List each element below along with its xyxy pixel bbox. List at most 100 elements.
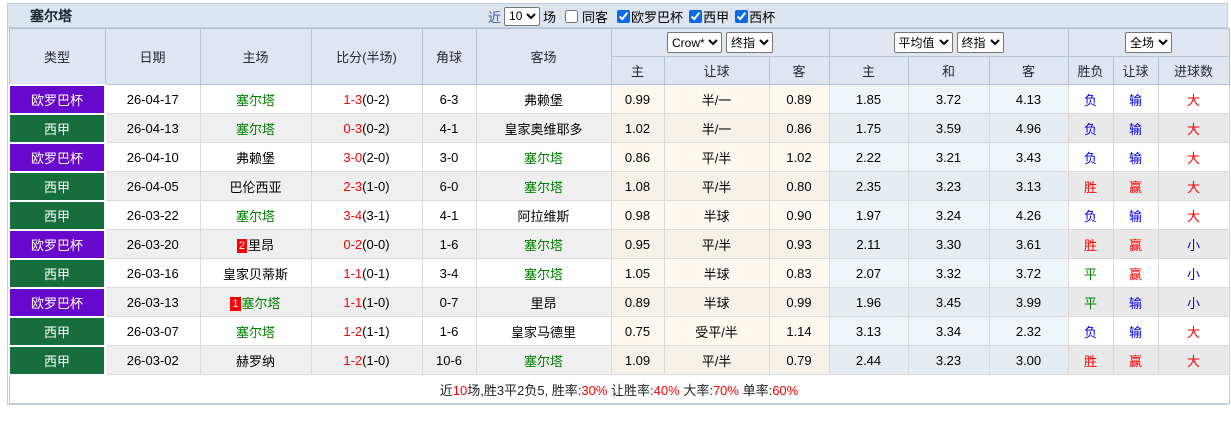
euro-away-odds: 2.32 — [989, 317, 1068, 346]
result-outcome: 胜 — [1068, 230, 1113, 259]
handicap-line: 平/半 — [664, 230, 769, 259]
score-cell: 0-2(0-0) — [311, 230, 422, 259]
home-team-cell: 塞尔塔 — [200, 201, 311, 230]
home-team-name[interactable]: 巴伦西亚 — [229, 180, 281, 195]
date-cell: 26-03-07 — [105, 317, 200, 346]
result-handicap: 输 — [1113, 201, 1158, 230]
summary-text: 让胜率: — [607, 383, 653, 398]
date-cell: 26-03-20 — [105, 230, 200, 259]
match-row: 欧罗巴杯26-03-131塞尔塔1-1(1-0)0-7里昂0.89半球0.991… — [9, 288, 1229, 317]
euro-source-select[interactable]: 平均值 — [894, 32, 953, 53]
away-team-cell: 里昂 — [476, 288, 611, 317]
euro-home-odds: 1.85 — [829, 85, 908, 114]
league-filter-group: 欧罗巴杯西甲西杯 — [611, 7, 775, 26]
same-away-label: 同客 — [582, 7, 608, 26]
euro-draw-odds: 3.32 — [908, 259, 989, 288]
corner-cell: 10-6 — [422, 346, 476, 375]
corner-cell: 1-6 — [422, 230, 476, 259]
match-row: 西甲26-03-22塞尔塔3-4(3-1)4-1阿拉维斯0.98半球0.901.… — [9, 201, 1229, 230]
result-handicap: 输 — [1113, 85, 1158, 114]
summary-text: 大率: — [680, 383, 713, 398]
away-team-name[interactable]: 皇家马德里 — [511, 325, 576, 340]
away-team-name[interactable]: 皇家奥维耶多 — [504, 122, 582, 137]
home-team-name[interactable]: 塞尔塔 — [236, 325, 275, 340]
result-outcome: 负 — [1068, 85, 1113, 114]
odds-group-header-0: Crow*终指 — [611, 29, 829, 57]
home-team-name[interactable]: 塞尔塔 — [236, 209, 275, 224]
euro-home-odds: 2.35 — [829, 172, 908, 201]
summary-line: 近10场,胜3平2负5, 胜率:30% 让胜率:40% 大率:70% 单率:60… — [9, 375, 1229, 404]
league-cell: 西甲 — [9, 201, 105, 230]
home-team-name[interactable]: 赫罗纳 — [236, 354, 275, 369]
euro-home-odds: 2.22 — [829, 143, 908, 172]
home-team-name[interactable]: 皇家贝蒂斯 — [223, 267, 288, 282]
home-team-cell: 巴伦西亚 — [200, 172, 311, 201]
euro-index-type-select[interactable]: 终指 — [957, 32, 1004, 53]
away-team-name[interactable]: 塞尔塔 — [524, 180, 563, 195]
result-outcome: 负 — [1068, 317, 1113, 346]
away-team-name[interactable]: 塞尔塔 — [524, 354, 563, 369]
home-team-name[interactable]: 里昂 — [248, 238, 274, 253]
asia-away-odds: 1.14 — [769, 317, 829, 346]
asia-away-odds: 0.83 — [769, 259, 829, 288]
match-count-select[interactable]: 10 — [504, 7, 540, 26]
home-team-name[interactable]: 弗赖堡 — [236, 151, 275, 166]
away-team-name[interactable]: 塞尔塔 — [524, 267, 563, 282]
league-filter-checkbox-1[interactable] — [689, 10, 702, 23]
fulltime-score: 3-4 — [343, 208, 362, 223]
matches-label: 场 — [543, 7, 556, 26]
away-team-cell: 皇家马德里 — [476, 317, 611, 346]
away-team-name[interactable]: 里昂 — [530, 296, 556, 311]
home-team-name[interactable]: 塞尔塔 — [236, 93, 275, 108]
score-cell: 1-2(1-0) — [311, 346, 422, 375]
result-goals: 大 — [1158, 114, 1229, 143]
fulltime-score: 0-3 — [343, 121, 362, 136]
away-team-name[interactable]: 塞尔塔 — [524, 238, 563, 253]
fulltime-score: 1-2 — [343, 353, 362, 368]
summary-stat-value: 10 — [453, 383, 467, 398]
halftime-score: (1-0) — [362, 353, 389, 368]
asia-away-odds: 1.02 — [769, 143, 829, 172]
home-team-cell: 塞尔塔 — [200, 85, 311, 114]
bookmaker-select[interactable]: Crow* — [667, 32, 722, 53]
result-handicap: 赢 — [1113, 346, 1158, 375]
result-handicap: 输 — [1113, 288, 1158, 317]
odds-group-header-2: 全场 — [1068, 29, 1229, 57]
asia-home-odds: 1.05 — [611, 259, 664, 288]
col-header-date: 日期 — [105, 29, 200, 85]
home-team-cell: 赫罗纳 — [200, 346, 311, 375]
summary-stat-value: 60% — [772, 383, 798, 398]
league-filter-checkbox-2[interactable] — [735, 10, 748, 23]
away-team-name[interactable]: 塞尔塔 — [524, 151, 563, 166]
sub-col-header-0-0: 主 — [611, 57, 664, 85]
halftime-score: (1-0) — [362, 179, 389, 194]
handicap-line: 平/半 — [664, 346, 769, 375]
halftime-score: (0-2) — [362, 92, 389, 107]
asia-home-odds: 0.95 — [611, 230, 664, 259]
handicap-index-type-select[interactable]: 终指 — [726, 32, 773, 53]
corner-cell: 6-0 — [422, 172, 476, 201]
away-team-name[interactable]: 弗赖堡 — [524, 93, 563, 108]
col-header-away: 客场 — [476, 29, 611, 85]
asia-away-odds: 0.90 — [769, 201, 829, 230]
asia-away-odds: 0.89 — [769, 85, 829, 114]
date-cell: 26-04-10 — [105, 143, 200, 172]
asia-away-odds: 0.79 — [769, 346, 829, 375]
home-team-name[interactable]: 塞尔塔 — [236, 122, 275, 137]
league-filter-checkbox-0[interactable] — [617, 10, 630, 23]
euro-home-odds: 1.97 — [829, 201, 908, 230]
handicap-line: 半球 — [664, 259, 769, 288]
sub-col-header-1-2: 客 — [989, 57, 1068, 85]
home-team-name[interactable]: 塞尔塔 — [242, 296, 281, 311]
league-cell: 西甲 — [9, 172, 105, 201]
away-team-name[interactable]: 阿拉维斯 — [517, 209, 569, 224]
scope-select[interactable]: 全场 — [1125, 32, 1172, 53]
fulltime-score: 1-2 — [343, 324, 362, 339]
fulltime-score: 3-0 — [343, 150, 362, 165]
result-goals: 小 — [1158, 288, 1229, 317]
euro-home-odds: 3.13 — [829, 317, 908, 346]
date-cell: 26-04-13 — [105, 114, 200, 143]
away-team-cell: 皇家奥维耶多 — [476, 114, 611, 143]
result-handicap: 输 — [1113, 317, 1158, 346]
same-away-checkbox[interactable] — [565, 10, 578, 23]
